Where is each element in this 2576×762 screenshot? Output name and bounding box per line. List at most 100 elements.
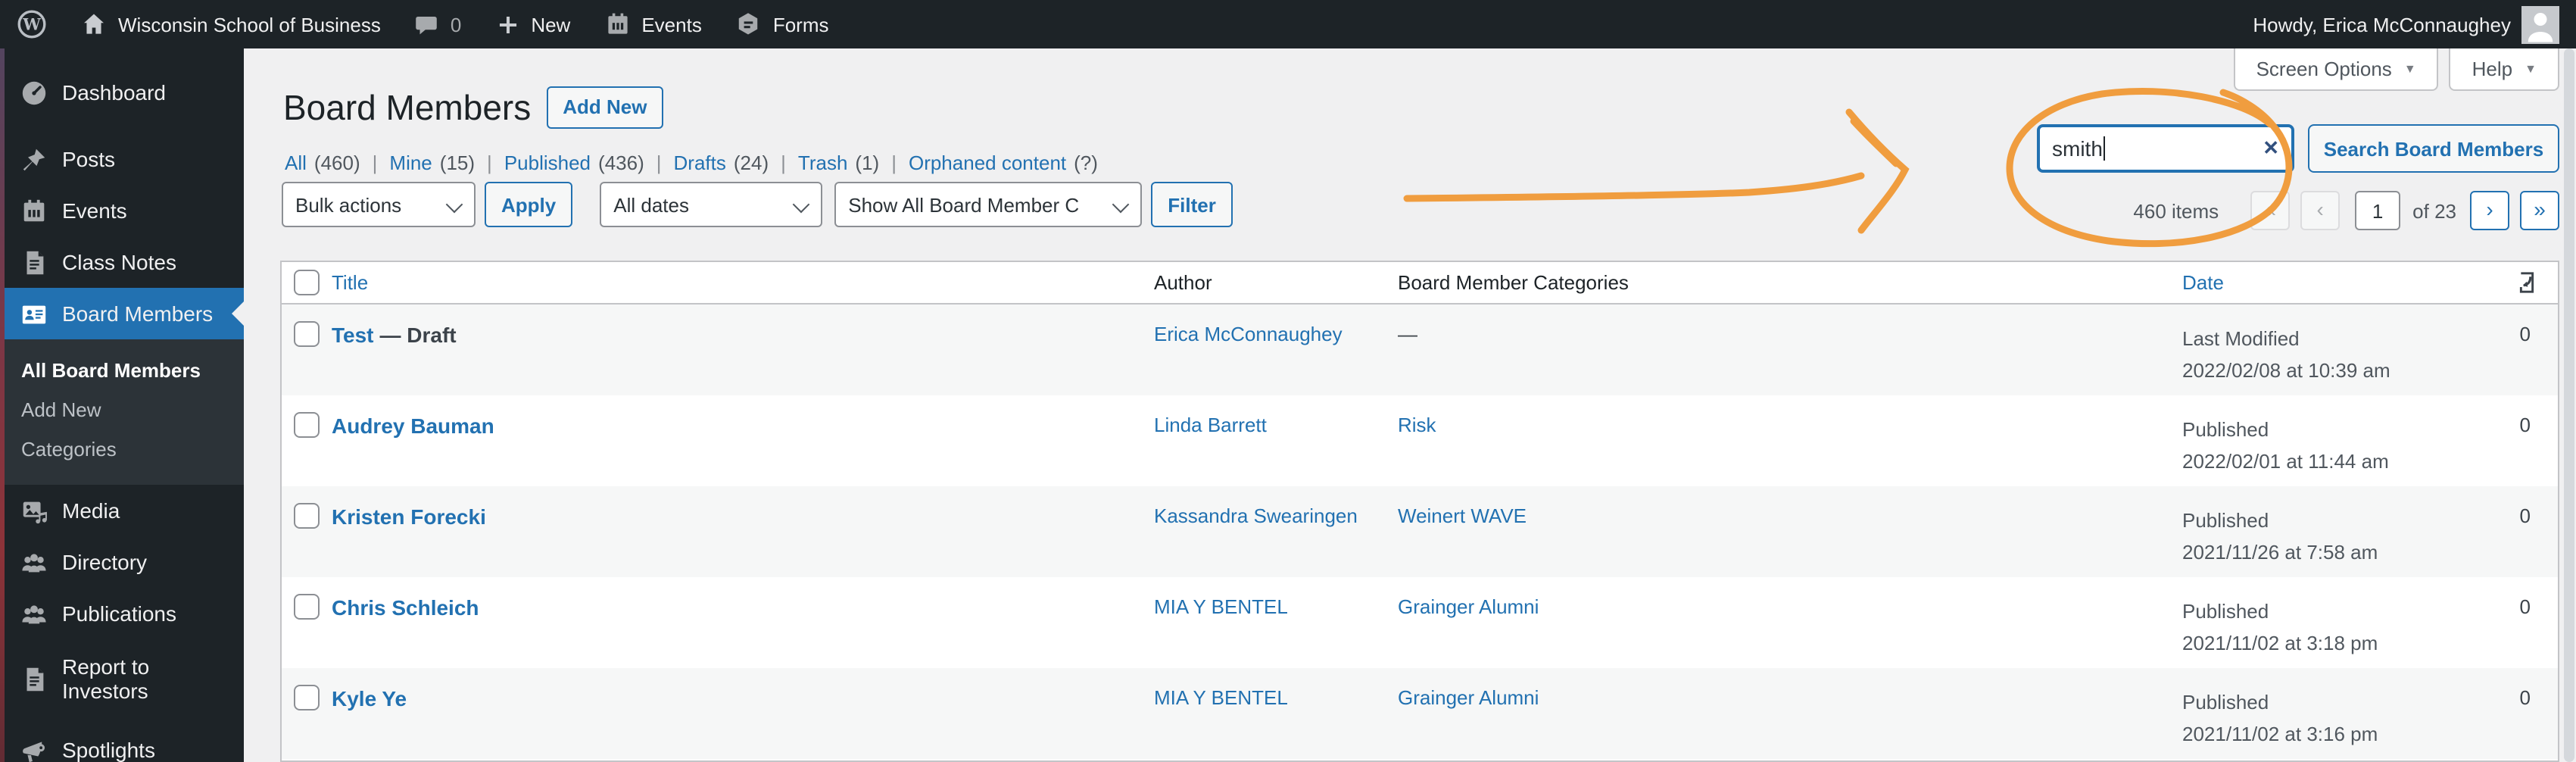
board-members-submenu: All Board Members Add New Categories [0, 339, 244, 485]
row-title-link[interactable]: Chris Schleich [332, 595, 479, 620]
view-all-link[interactable]: All [285, 151, 307, 174]
svg-text:W: W [22, 15, 41, 34]
category-link[interactable]: Grainger Alumni [1398, 595, 1539, 618]
next-page-button[interactable]: › [2470, 191, 2509, 230]
sidebar-item-board-members[interactable]: Board Members [0, 288, 244, 339]
author-link[interactable]: MIA Y BENTEL [1154, 686, 1288, 709]
view-mine-link[interactable]: Mine [389, 151, 432, 174]
groups-icon [22, 604, 46, 623]
sidebar-item-publications[interactable]: Publications [0, 588, 244, 639]
row-title-link[interactable]: Audrey Bauman [332, 414, 494, 438]
author-link[interactable]: MIA Y BENTEL [1154, 595, 1288, 618]
chevron-down-icon [445, 195, 463, 214]
scrollbar[interactable] [2564, 48, 2574, 762]
apply-button[interactable]: Apply [485, 182, 573, 227]
sidebar-item-report-to-investors[interactable]: Report to Investors [0, 639, 244, 718]
sort-by-title[interactable]: Title [332, 271, 368, 294]
row-title-link[interactable]: Kyle Ye [332, 686, 407, 710]
row-checkbox[interactable] [294, 685, 320, 710]
row-title-link[interactable]: Kristen Forecki [332, 504, 486, 529]
site-name-label: Wisconsin School of Business [118, 13, 381, 36]
dates-filter-select[interactable]: All dates [600, 182, 823, 227]
view-published: Published (436) [504, 151, 674, 174]
search-input[interactable]: smith ✕ [2037, 124, 2294, 173]
new-content-menu[interactable]: New [478, 0, 587, 48]
search-value: smith [2052, 136, 2103, 161]
first-page-button[interactable]: « [2250, 191, 2291, 230]
count-cell: 0 [2519, 414, 2531, 436]
megaphone-icon [23, 741, 45, 762]
sidebar-item-media[interactable]: Media [0, 485, 244, 536]
view-drafts-link[interactable]: Drafts [674, 151, 726, 174]
add-new-button[interactable]: Add New [546, 86, 664, 129]
filter-button[interactable]: Filter [1151, 182, 1233, 227]
submenu-add-new[interactable]: Add New [0, 391, 244, 430]
help-button[interactable]: Help ▼ [2449, 48, 2559, 91]
select-all-checkbox[interactable] [294, 270, 320, 295]
wordpress-menu[interactable]: W [0, 0, 64, 48]
events-menu[interactable]: Events [587, 0, 719, 48]
sidebar-item-directory[interactable]: Directory [0, 536, 244, 588]
account-menu[interactable]: Howdy, Erica McConnaughey [2236, 0, 2576, 48]
gravity-forms-icon [739, 13, 759, 35]
date-cell: Published 2021/11/02 at 3:16 pm [2182, 691, 2378, 745]
sidebar-item-spotlights[interactable]: Spotlights [0, 724, 244, 762]
table-row: Kyle Ye MIA Y BENTEL Grainger Alumni Pub… [282, 668, 2558, 759]
table-row: Audrey Bauman Linda Barrett Risk Publish… [282, 395, 2558, 486]
view-trash-link[interactable]: Trash [798, 151, 848, 174]
howdy-label: Howdy, Erica McConnaughey [2253, 13, 2511, 36]
table-row: Test — Draft Erica McConnaughey — Last Mo… [282, 304, 2558, 395]
category-link[interactable]: Grainger Alumni [1398, 686, 1539, 709]
count-cell: 0 [2519, 686, 2531, 709]
forms-menu[interactable]: Forms [719, 0, 846, 48]
search-board-members-button[interactable]: Search Board Members [2308, 124, 2559, 173]
person-icon [2528, 12, 2553, 42]
sidebar-item-posts[interactable]: Posts [0, 133, 244, 185]
title-row: Board Members Add New [283, 85, 664, 130]
sidebar-item-dashboard[interactable]: Dashboard [0, 67, 244, 118]
bulk-actions-select[interactable]: Bulk actions [282, 182, 476, 227]
search-group: smith ✕ Search Board Members [2037, 124, 2559, 173]
category-link[interactable]: Weinert WAVE [1398, 504, 1527, 527]
screen-options-button[interactable]: Screen Options ▼ [2233, 48, 2439, 91]
prev-page-button[interactable]: ‹ [2300, 191, 2341, 230]
new-label: New [531, 13, 571, 36]
screen-meta: Screen Options ▼ Help ▼ [2233, 48, 2559, 91]
sort-by-date[interactable]: Date [2182, 271, 2224, 294]
submenu-categories[interactable]: Categories [0, 430, 244, 470]
view-drafts: Drafts (24) [674, 151, 798, 174]
submenu-all-board-members[interactable]: All Board Members [0, 351, 244, 391]
pushpin-icon [23, 148, 45, 170]
view-orphaned-link[interactable]: Orphaned content [909, 151, 1066, 174]
author-link[interactable]: Erica McConnaughey [1154, 323, 1343, 345]
row-title-link[interactable]: Test [332, 323, 374, 347]
sidebar-item-class-notes[interactable]: Class Notes [0, 236, 244, 288]
date-cell: Published 2021/11/02 at 3:18 pm [2182, 600, 2378, 654]
site-name-menu[interactable]: Wisconsin School of Business [64, 0, 398, 48]
row-checkbox[interactable] [294, 503, 320, 529]
comments-menu[interactable]: 0 [398, 0, 478, 48]
forms-label: Forms [772, 13, 829, 36]
row-checkbox[interactable] [294, 321, 320, 347]
list-toolbar: Bulk actions Apply All dates Show All Bo… [282, 182, 1233, 227]
category-link[interactable]: Risk [1398, 414, 1436, 436]
events-label: Events [641, 13, 702, 36]
row-checkbox[interactable] [294, 412, 320, 438]
current-page-input[interactable]: 1 [2355, 191, 2401, 230]
content-area: Screen Options ▼ Help ▼ Board Members Ad… [244, 48, 2576, 762]
author-link[interactable]: Linda Barrett [1154, 414, 1267, 436]
category-filter-select[interactable]: Show All Board Member C [834, 182, 1143, 227]
author-link[interactable]: Kassandra Swearingen [1154, 504, 1358, 527]
groups-icon [22, 553, 46, 572]
export-icon[interactable] [2514, 270, 2540, 295]
view-orphaned: Orphaned content (?) [908, 151, 1098, 174]
clear-search-icon[interactable]: ✕ [2263, 136, 2279, 161]
board-members-table: Title Author Board Member Categories Dat… [280, 261, 2559, 762]
view-published-link[interactable]: Published [504, 151, 591, 174]
comment-icon [416, 15, 438, 34]
sidebar-item-events[interactable]: Events [0, 185, 244, 236]
row-checkbox[interactable] [294, 594, 320, 620]
date-cell: Published 2022/02/01 at 11:44 am [2182, 418, 2389, 473]
last-page-button[interactable]: » [2520, 191, 2559, 230]
media-icon [23, 501, 47, 523]
